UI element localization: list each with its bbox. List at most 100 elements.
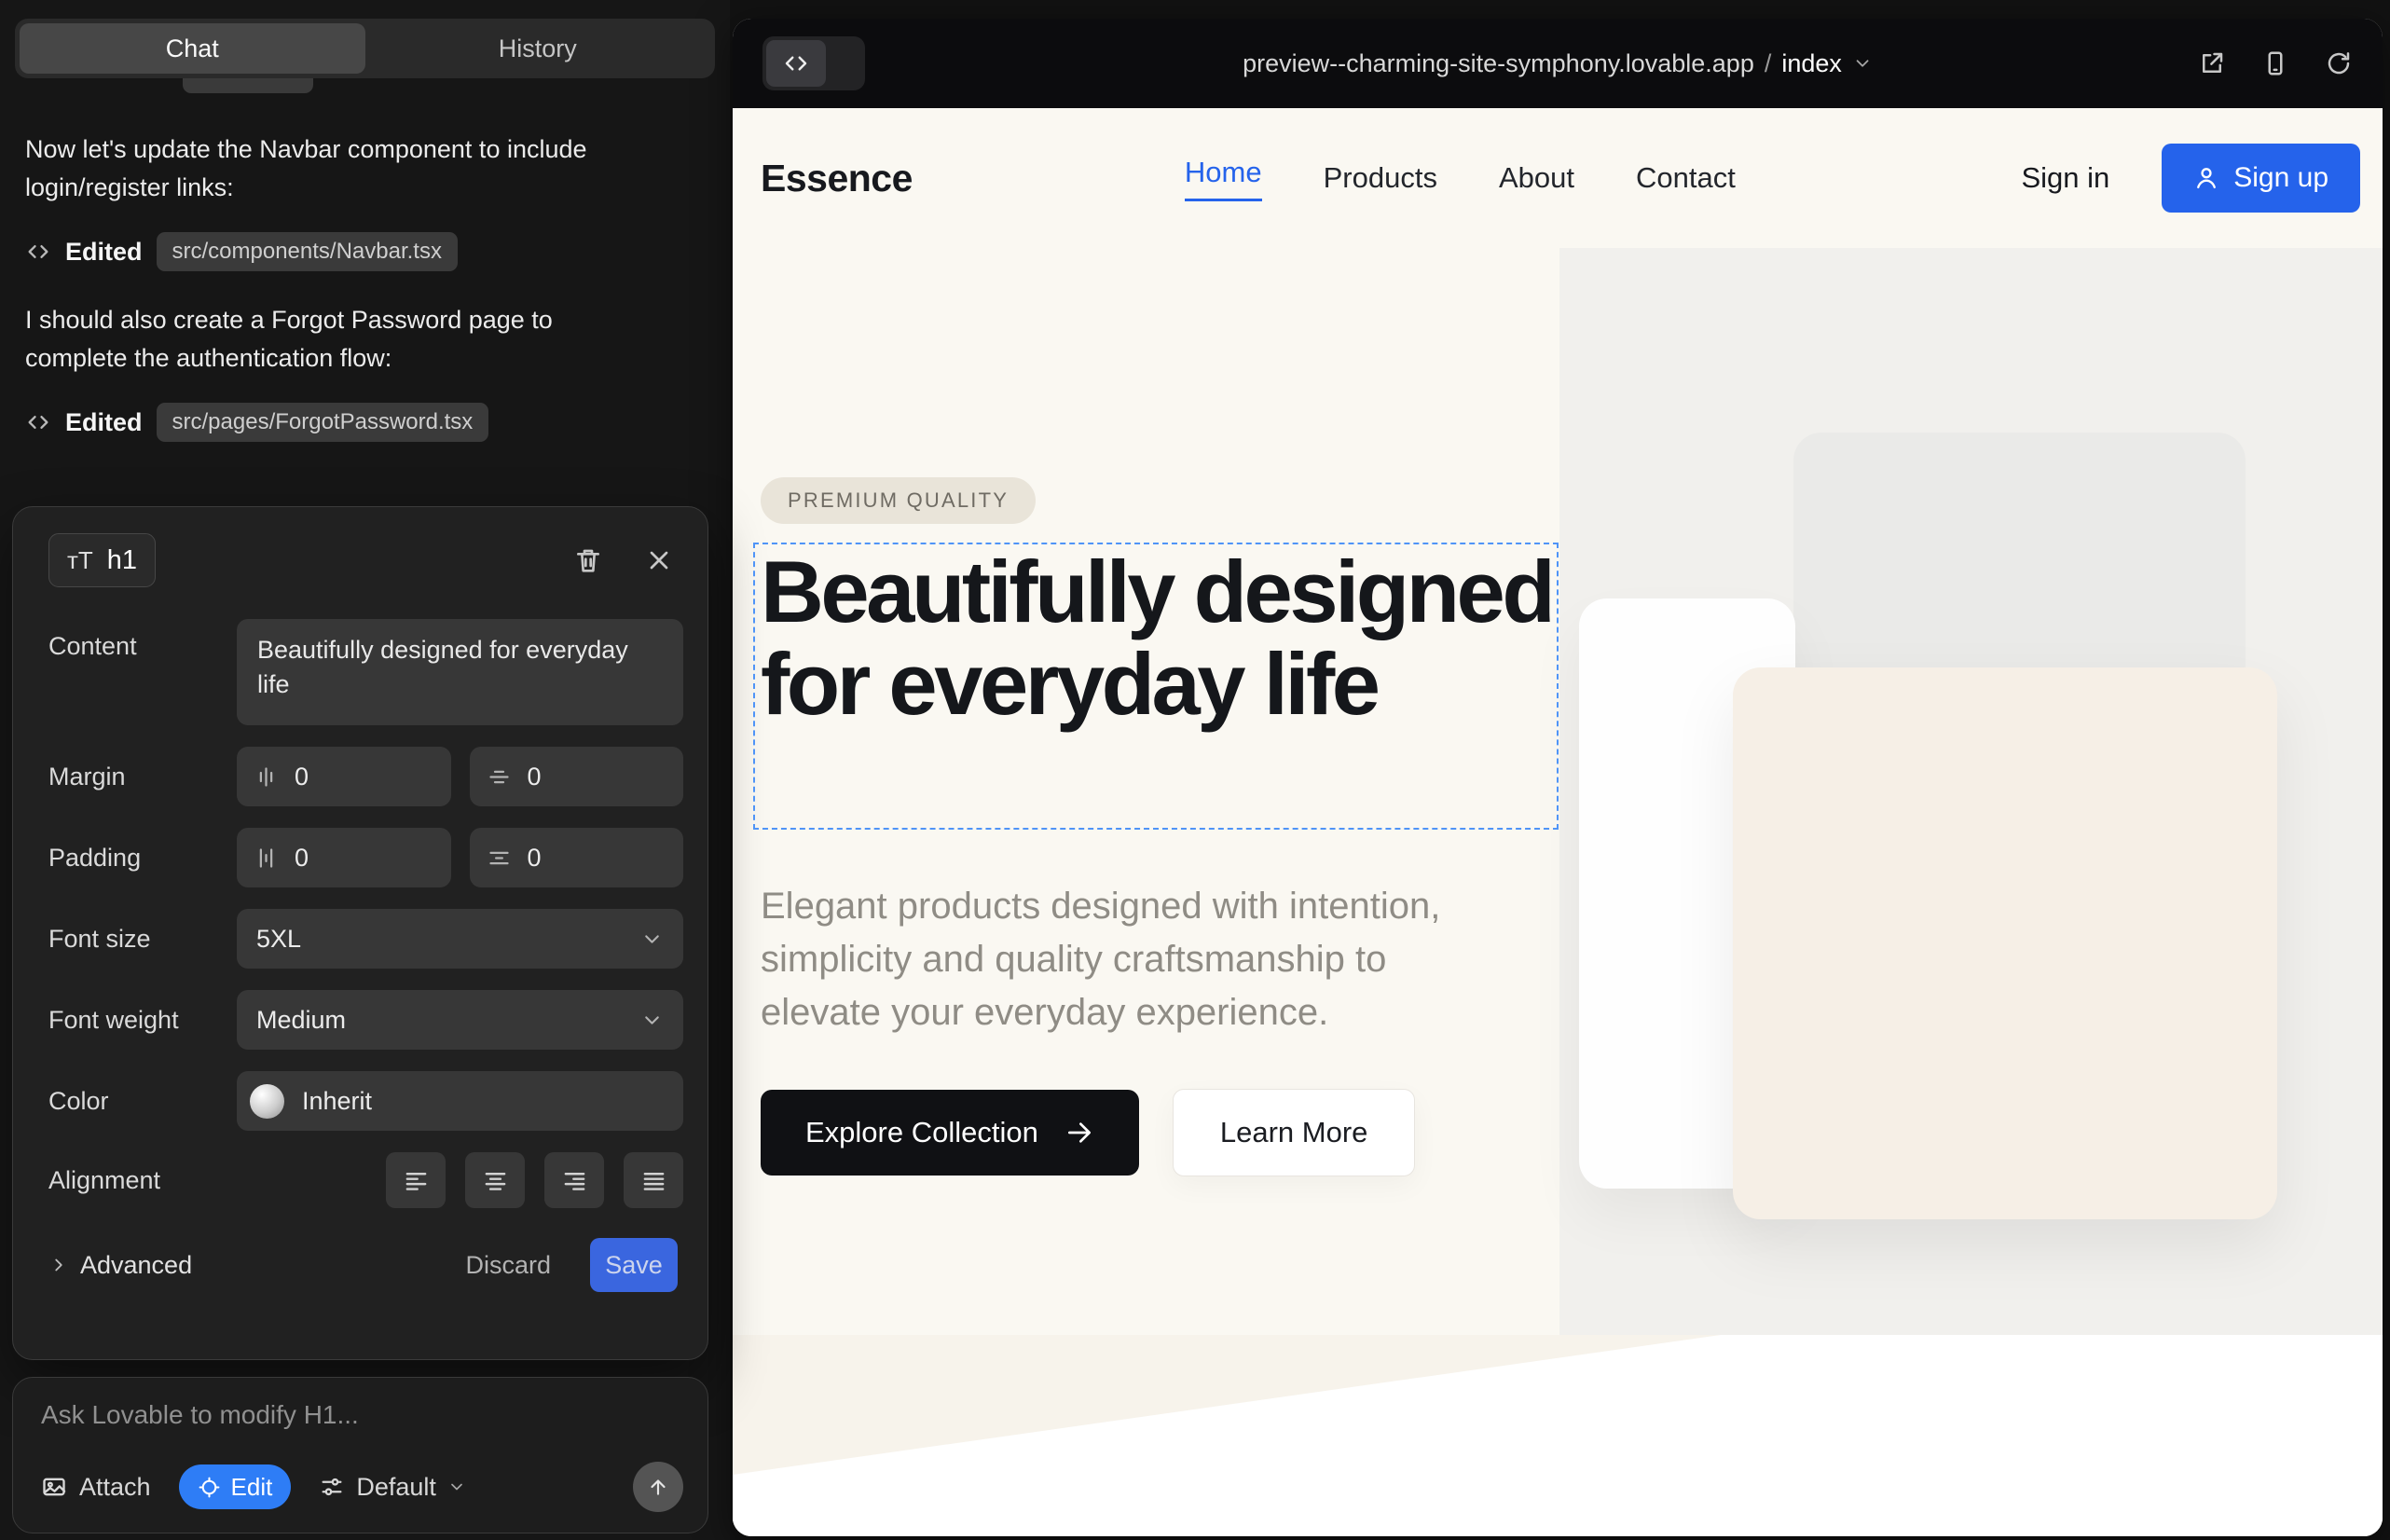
decor-card-cream bbox=[1733, 667, 2277, 1219]
browser-topbar: preview--charming-site-symphony.lovable.… bbox=[733, 19, 2383, 108]
chat-composer: Attach Edit Default bbox=[12, 1377, 708, 1533]
person-icon bbox=[2193, 165, 2219, 191]
typography-icon: тT bbox=[67, 546, 93, 575]
margin-vertical-icon bbox=[254, 764, 279, 790]
mobile-view-icon[interactable] bbox=[2261, 49, 2289, 77]
model-default-select[interactable]: Default bbox=[319, 1473, 466, 1502]
site-navbar: Essence Home Products About Contact Sign… bbox=[733, 108, 2383, 248]
margin-horizontal-input[interactable]: 0 bbox=[470, 747, 684, 806]
advanced-label: Advanced bbox=[80, 1251, 192, 1280]
padding-vertical-input[interactable]: 0 bbox=[237, 828, 451, 887]
content-input[interactable]: Beautifully designed for everyday life bbox=[237, 619, 683, 725]
open-in-new-tab-icon[interactable] bbox=[2198, 49, 2226, 77]
hero-description: Elegant products designed with intention… bbox=[761, 880, 1516, 1040]
tab-chat[interactable]: Chat bbox=[20, 23, 365, 74]
edited-file-badge[interactable]: src/components/Navbar.tsx bbox=[157, 232, 458, 271]
hero-headline[interactable]: Beautifully designed for everyday life bbox=[761, 546, 1557, 730]
chat-message: Now let's update the Navbar component to… bbox=[25, 131, 608, 206]
url-separator: / bbox=[1765, 49, 1772, 78]
element-tag: h1 bbox=[107, 545, 137, 576]
refresh-icon[interactable] bbox=[2325, 49, 2353, 77]
nav-link-contact[interactable]: Contact bbox=[1636, 161, 1736, 195]
align-center-button[interactable] bbox=[465, 1152, 525, 1208]
content-label: Content bbox=[48, 619, 237, 661]
edited-label: Edited bbox=[65, 238, 143, 267]
editor-header: тT h1 bbox=[48, 533, 683, 587]
sign-up-button[interactable]: Sign up bbox=[2162, 144, 2360, 213]
nav-link-products[interactable]: Products bbox=[1324, 161, 1437, 195]
composer-input[interactable] bbox=[41, 1400, 683, 1430]
font-size-select[interactable]: 5XL bbox=[237, 909, 683, 969]
padding-vertical-value: 0 bbox=[295, 844, 309, 873]
chevron-down-icon bbox=[447, 1478, 466, 1496]
margin-row: Margin 0 0 bbox=[48, 747, 683, 806]
code-icon bbox=[25, 239, 51, 265]
alignment-row: Alignment bbox=[48, 1152, 683, 1208]
arrow-right-icon bbox=[1065, 1118, 1094, 1148]
editor-footer: Advanced Discard Save bbox=[48, 1238, 683, 1292]
code-icon bbox=[766, 40, 826, 87]
font-size-value: 5XL bbox=[256, 925, 301, 954]
padding-horizontal-icon bbox=[487, 846, 512, 871]
margin-label: Margin bbox=[48, 763, 237, 791]
advanced-toggle[interactable]: Advanced bbox=[48, 1251, 192, 1280]
margin-vertical-value: 0 bbox=[295, 763, 309, 791]
align-left-button[interactable] bbox=[386, 1152, 446, 1208]
margin-vertical-input[interactable]: 0 bbox=[237, 747, 451, 806]
hero-cta-row: Explore Collection Learn More bbox=[761, 1089, 1415, 1176]
color-row: Color Inherit bbox=[48, 1071, 683, 1131]
code-preview-toggle[interactable] bbox=[762, 36, 865, 90]
site-nav-links: Home Products About Contact bbox=[1185, 156, 1736, 201]
url-bar[interactable]: preview--charming-site-symphony.lovable.… bbox=[1243, 49, 1873, 78]
color-swatch bbox=[250, 1084, 284, 1119]
edited-file-badge[interactable]: src/pages/ForgotPassword.tsx bbox=[157, 403, 489, 442]
sliders-icon bbox=[319, 1474, 345, 1500]
attach-button[interactable]: Attach bbox=[41, 1473, 151, 1502]
delete-element-button[interactable] bbox=[573, 545, 603, 575]
align-right-button[interactable] bbox=[544, 1152, 604, 1208]
preview-window: preview--charming-site-symphony.lovable.… bbox=[733, 19, 2383, 1536]
edited-label: Edited bbox=[65, 408, 143, 437]
font-weight-select[interactable]: Medium bbox=[237, 990, 683, 1050]
chat-message: I should also create a Forgot Password p… bbox=[25, 301, 608, 377]
explore-collection-button[interactable]: Explore Collection bbox=[761, 1090, 1139, 1176]
edited-file-row: Edited src/components/Navbar.tsx bbox=[25, 232, 608, 271]
discard-button[interactable]: Discard bbox=[465, 1251, 551, 1280]
learn-more-button[interactable]: Learn More bbox=[1173, 1089, 1416, 1176]
url-host: preview--charming-site-symphony.lovable.… bbox=[1243, 49, 1754, 78]
edit-label: Edit bbox=[231, 1473, 273, 1502]
default-label: Default bbox=[356, 1473, 436, 1502]
padding-label: Padding bbox=[48, 844, 237, 873]
nav-link-home[interactable]: Home bbox=[1185, 156, 1262, 201]
font-weight-row: Font weight Medium bbox=[48, 990, 683, 1050]
sign-in-button[interactable]: Sign in bbox=[2021, 161, 2109, 195]
chevron-down-icon bbox=[640, 1009, 664, 1032]
color-select[interactable]: Inherit bbox=[237, 1071, 683, 1131]
margin-horizontal-icon bbox=[487, 764, 512, 790]
close-icon[interactable] bbox=[644, 545, 674, 575]
preview-panel: preview--charming-site-symphony.lovable.… bbox=[730, 0, 2390, 1540]
send-button[interactable] bbox=[633, 1462, 683, 1512]
site-nav-auth: Sign in Sign up bbox=[2021, 144, 2360, 213]
font-weight-value: Medium bbox=[256, 1006, 346, 1035]
selected-element-outline[interactable]: Beautifully designed for everyday life bbox=[753, 543, 1559, 830]
image-icon bbox=[41, 1474, 67, 1500]
site-brand[interactable]: Essence bbox=[761, 157, 913, 200]
font-weight-label: Font weight bbox=[48, 1006, 237, 1035]
nav-link-about[interactable]: About bbox=[1499, 161, 1574, 195]
edit-mode-toggle[interactable]: Edit bbox=[179, 1464, 292, 1509]
panel-tabbar: Chat History bbox=[15, 19, 715, 78]
chevron-down-icon bbox=[1852, 53, 1873, 74]
element-tag-pill[interactable]: тT h1 bbox=[48, 533, 156, 587]
edited-file-row: Edited src/pages/ForgotPassword.tsx bbox=[25, 403, 608, 442]
tab-history[interactable]: History bbox=[365, 23, 711, 74]
color-label: Color bbox=[48, 1087, 237, 1116]
site-preview: Essence Home Products About Contact Sign… bbox=[733, 108, 2383, 1536]
padding-horizontal-input[interactable]: 0 bbox=[470, 828, 684, 887]
chevron-down-icon bbox=[640, 928, 664, 951]
save-button[interactable]: Save bbox=[590, 1238, 678, 1292]
content-row: Content Beautifully designed for everyda… bbox=[48, 619, 683, 725]
editor-header-actions bbox=[573, 545, 683, 575]
element-editor-panel: тT h1 Content Beautifully designed for e… bbox=[12, 506, 708, 1360]
align-justify-button[interactable] bbox=[624, 1152, 683, 1208]
